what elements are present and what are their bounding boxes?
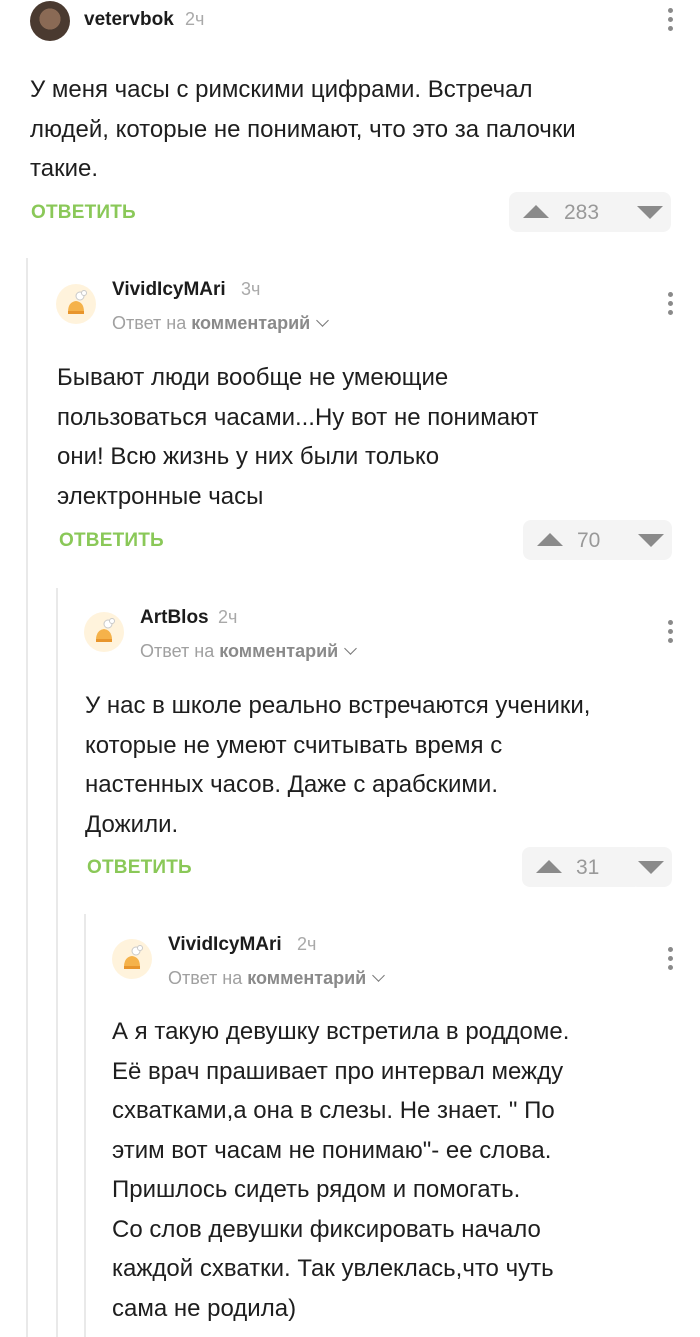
default-avatar-icon[interactable] — [84, 612, 124, 652]
comment: vetervbok 2ч У меня часы с римскими цифр… — [30, 0, 700, 250]
more-options-icon[interactable] — [668, 620, 674, 647]
vote-count: 31 — [576, 856, 600, 879]
thread-line — [56, 588, 58, 1337]
reply-to-link[interactable]: Ответ на комментарий — [168, 968, 386, 989]
upvote-button[interactable]: 31 — [522, 847, 642, 887]
downvote-arrow-icon — [637, 206, 663, 219]
comment-text: А я такую девушку встретила в роддоме. Е… — [112, 1018, 570, 1322]
thread-line — [26, 258, 28, 1337]
downvote-arrow-icon — [638, 534, 664, 547]
comment-text: Бывают люди вообще не умеющие пользовать… — [57, 364, 539, 510]
default-avatar-icon[interactable] — [56, 284, 96, 324]
reply-to-target: комментарий — [191, 313, 311, 333]
reply-to-link[interactable]: Ответ на комментарий — [112, 313, 330, 334]
comment-author[interactable]: VividIcyMAri — [168, 934, 282, 956]
vote-count: 70 — [577, 529, 601, 552]
reply-to-target: комментарий — [219, 641, 339, 661]
comment-time: 2ч — [297, 934, 317, 954]
upvote-arrow-icon — [537, 533, 563, 546]
upvote-arrow-icon — [523, 205, 549, 218]
reply-button[interactable]: ОТВЕТИТЬ — [87, 857, 192, 879]
chevron-down-icon — [344, 642, 358, 655]
user-photo-avatar[interactable] — [30, 1, 70, 41]
reply-to-prefix: Ответ на — [168, 968, 248, 988]
default-avatar-icon[interactable] — [112, 939, 152, 979]
comment-time: 2ч — [185, 9, 205, 29]
downvote-button[interactable] — [630, 520, 672, 560]
comment: VividIcyMAri 3ч Ответ на комментарий Быв… — [56, 270, 700, 570]
reply-to-link[interactable]: Ответ на комментарий — [140, 641, 358, 662]
upvote-button[interactable]: 283 — [509, 192, 644, 232]
downvote-arrow-icon — [638, 861, 664, 874]
comment-time: 2ч — [218, 607, 238, 627]
reply-button[interactable]: ОТВЕТИТЬ — [59, 530, 164, 552]
comment-author[interactable]: VividIcyMAri — [112, 279, 226, 301]
chevron-down-icon — [316, 314, 330, 327]
reply-button[interactable]: ОТВЕТИТЬ — [31, 202, 136, 224]
vote-count: 283 — [564, 201, 600, 224]
comment-text: У нас в школе реально встречаются ученик… — [85, 692, 591, 838]
comment-author[interactable]: vetervbok — [84, 9, 174, 31]
chevron-down-icon — [372, 969, 386, 982]
more-options-icon[interactable] — [668, 292, 674, 319]
reply-to-prefix: Ответ на — [140, 641, 220, 661]
comment-author[interactable]: ArtBlos — [140, 607, 209, 629]
thread-line — [84, 914, 86, 1337]
upvote-button[interactable]: 70 — [523, 520, 643, 560]
reply-to-target: комментарий — [247, 968, 367, 988]
upvote-arrow-icon — [536, 860, 562, 873]
reply-to-prefix: Ответ на — [112, 313, 192, 333]
downvote-button[interactable] — [630, 847, 672, 887]
comment-time: 3ч — [241, 279, 261, 299]
downvote-button[interactable] — [629, 192, 671, 232]
more-options-icon[interactable] — [668, 947, 674, 974]
comment: VividIcyMAri 2ч Ответ на комментарий А я… — [112, 925, 700, 1337]
comment-text: У меня часы с римскими цифрами. Встречал… — [30, 76, 576, 182]
more-options-icon[interactable] — [668, 8, 674, 35]
comment: ArtBlos 2ч Ответ на комментарий У нас в … — [84, 598, 700, 898]
